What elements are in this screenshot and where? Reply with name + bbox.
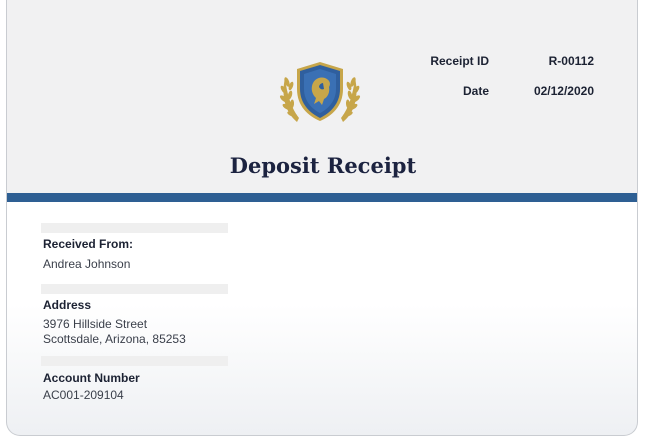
received-from-label: Received From: (43, 237, 134, 251)
account-number-value: AC001-209104 (43, 388, 124, 402)
page-title: Deposit Receipt (229, 153, 417, 178)
received-from-value: Andrea Johnson (43, 257, 131, 271)
section-divider (41, 356, 228, 366)
receipt-card: Receipt ID R-00112 Date 02/12/2020 Depos… (6, 0, 638, 436)
section-divider (41, 223, 228, 233)
address-line-2: Scottsdale, Arizona, 85253 (43, 332, 186, 346)
lion-crest-logo-icon (279, 62, 361, 122)
date-value: 02/12/2020 (533, 84, 594, 98)
section-divider (41, 284, 228, 294)
receipt-id-value: R-00112 (548, 54, 594, 68)
address-line-1: 3976 Hillside Street (43, 317, 148, 331)
account-number-label: Account Number (43, 371, 140, 385)
date-label: Date (462, 84, 489, 98)
accent-divider (7, 193, 637, 202)
receipt-id-label: Receipt ID (430, 54, 489, 68)
address-label: Address (43, 298, 92, 312)
